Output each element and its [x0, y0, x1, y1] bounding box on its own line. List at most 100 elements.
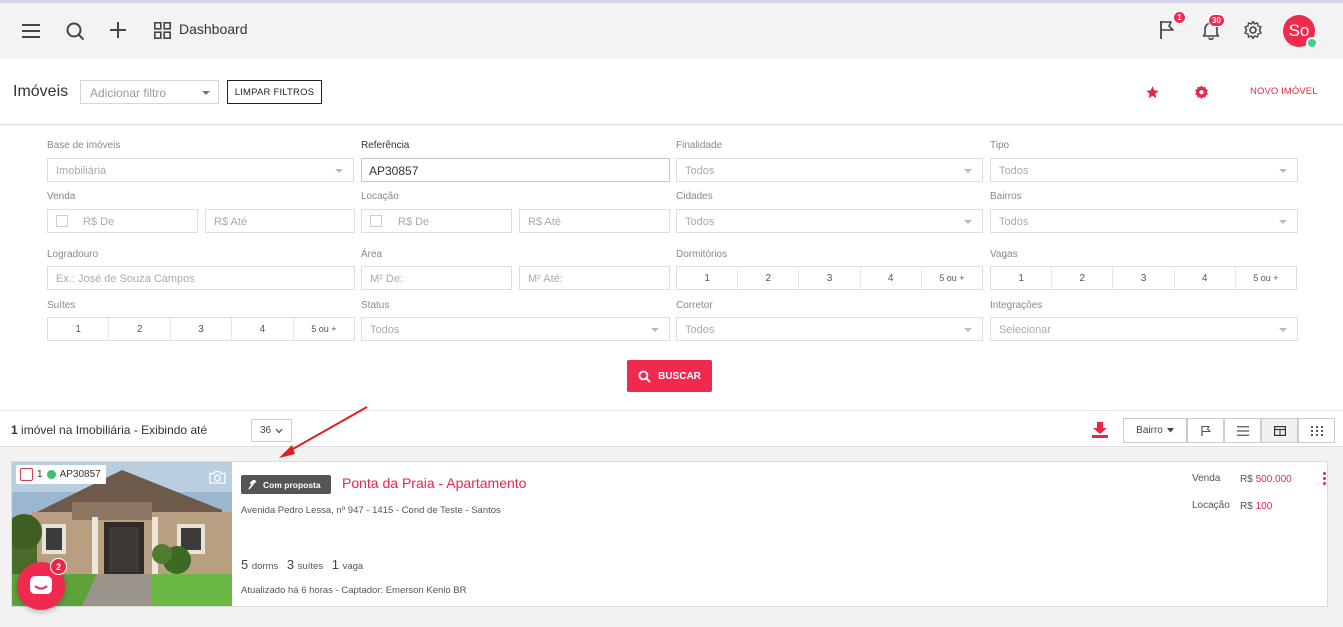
grid-dots-icon	[1310, 425, 1323, 436]
base-label: Base de imóveis	[47, 140, 121, 151]
status-label: Status	[361, 300, 390, 311]
vagas-selector: 1 2 3 4 5 ou +	[990, 266, 1297, 290]
area-from-input[interactable]: M² De:	[361, 266, 512, 290]
list-view-button[interactable]	[1224, 418, 1261, 443]
table-icon	[1273, 425, 1286, 436]
cidades-label: Cidades	[676, 191, 713, 202]
suites-label: Suítes	[47, 300, 76, 311]
area-to-input[interactable]: M² Até:	[519, 266, 670, 290]
property-checkbox[interactable]	[20, 468, 33, 481]
camera-icon[interactable]	[208, 469, 226, 485]
cidades-value: Todos	[685, 216, 715, 228]
results-toolbar: 1 imóvel na Imobiliária - Exibindo até 3…	[0, 410, 1343, 447]
integracoes-select[interactable]: Selecionar	[990, 317, 1298, 341]
vagas-option[interactable]: 3	[1113, 267, 1175, 289]
property-index: 1	[37, 469, 43, 480]
clear-filters-button[interactable]: LIMPAR FILTROS	[227, 80, 322, 104]
results-count-text: imóvel na Imobiliária - Exibindo até	[21, 423, 208, 437]
top-bar: Dashboard 1 30 So	[0, 3, 1343, 59]
sort-select[interactable]: Bairro	[1123, 418, 1187, 443]
star-icon[interactable]	[1144, 84, 1160, 100]
property-updated-info: Atualizado há 6 horas - Captador: Emerso…	[241, 585, 467, 596]
corretor-value: Todos	[685, 324, 715, 336]
search-button[interactable]: BUSCAR	[627, 360, 712, 392]
results-count-number: 1	[11, 423, 18, 437]
bell-badge: 30	[1208, 14, 1225, 27]
map-view-button[interactable]	[1187, 418, 1224, 443]
property-title[interactable]: Ponta da Praia - Apartamento	[342, 475, 526, 491]
cidades-select[interactable]: Todos	[676, 209, 983, 233]
venda-from-placeholder: R$ De	[83, 216, 115, 228]
grid-view-button[interactable]	[1298, 418, 1335, 443]
venda-to-input[interactable]: R$ Até	[205, 209, 355, 233]
gavel-icon	[248, 479, 257, 489]
finalidade-select[interactable]: Todos	[676, 158, 983, 182]
proposal-tag: Com proposta	[241, 475, 331, 494]
chevron-down-icon	[202, 91, 210, 95]
tipo-label: Tipo	[990, 140, 1010, 151]
caret-down-icon	[1166, 428, 1174, 433]
table-view-button[interactable]	[1261, 418, 1298, 443]
status-select[interactable]: Todos	[361, 317, 670, 341]
gear-icon[interactable]	[1242, 19, 1264, 41]
chevron-down-icon	[651, 328, 659, 332]
rent-currency: R$	[1240, 501, 1253, 512]
page-header: Imóveis Adicionar filtro LIMPAR FILTROS …	[0, 59, 1343, 125]
logradouro-label: Logradouro	[47, 249, 99, 260]
dormitorios-label: Dormitórios	[676, 249, 728, 260]
tipo-value: Todos	[999, 165, 1029, 177]
add-filter-select[interactable]: Adicionar filtro	[80, 80, 219, 104]
search-icon	[638, 369, 651, 383]
suites-option[interactable]: 4	[232, 318, 294, 340]
chevron-down-icon	[1279, 328, 1287, 332]
plus-icon[interactable]	[108, 20, 128, 40]
settings-gear-icon[interactable]	[1193, 84, 1209, 100]
download-icon[interactable]	[1090, 420, 1110, 440]
vagas-option[interactable]: 5 ou +	[1236, 267, 1296, 289]
base-select[interactable]: Imobiliária	[47, 158, 354, 182]
dormitorios-option[interactable]: 5 ou +	[922, 267, 982, 289]
suites-option[interactable]: 3	[171, 318, 233, 340]
suites-option[interactable]: 2	[109, 318, 171, 340]
dorms-label: dorms	[251, 561, 279, 572]
locacao-from-input[interactable]: R$ De	[361, 209, 512, 233]
vagas-label: Vagas	[990, 249, 1018, 260]
dormitorios-option[interactable]: 2	[738, 267, 800, 289]
venda-from-input[interactable]: R$ De	[47, 209, 198, 233]
vagas-option[interactable]: 4	[1175, 267, 1236, 289]
venda-label: Venda	[47, 191, 76, 202]
locacao-to-input[interactable]: R$ Até	[519, 209, 670, 233]
tipo-select[interactable]: Todos	[990, 158, 1298, 182]
new-property-button[interactable]: NOVO IMÓVEL	[1250, 86, 1318, 97]
search-icon[interactable]	[64, 20, 86, 42]
chevron-down-icon	[1279, 220, 1287, 224]
flag-badge: 1	[1173, 11, 1186, 24]
suites-selector: 1 2 3 4 5 ou +	[47, 317, 355, 341]
dormitorios-option[interactable]: 1	[677, 267, 739, 289]
dormitorios-option[interactable]: 3	[799, 267, 861, 289]
referencia-input[interactable]: AP30857	[361, 158, 670, 182]
dormitorios-option[interactable]: 4	[861, 267, 922, 289]
property-card[interactable]: 1 AP30857 Com proposta Ponta da Praia - …	[11, 461, 1328, 607]
grid-icon[interactable]	[152, 20, 172, 40]
suites-option[interactable]: 5 ou +	[294, 318, 354, 340]
vagas-option[interactable]: 2	[1052, 267, 1114, 289]
menu-icon[interactable]	[21, 21, 41, 41]
locacao-checkbox[interactable]	[370, 215, 382, 227]
flag-outline-icon	[1200, 425, 1211, 436]
avatar-initials: So	[1288, 21, 1310, 40]
vagas-count: 1	[331, 557, 339, 572]
suites-option[interactable]: 1	[48, 318, 110, 340]
sale-price-value: 500.000	[1255, 474, 1292, 485]
user-avatar[interactable]: So	[1283, 15, 1318, 49]
bairros-select[interactable]: Todos	[990, 209, 1298, 233]
suites-label: suítes	[297, 561, 324, 572]
venda-checkbox[interactable]	[56, 215, 68, 227]
area-label: Área	[361, 249, 383, 260]
logradouro-input[interactable]: Ex.: José de Souza Campos	[47, 266, 355, 290]
rent-price-label: Locação	[1192, 500, 1230, 511]
dashboard-link[interactable]: Dashboard	[179, 21, 248, 37]
vagas-option[interactable]: 1	[991, 267, 1053, 289]
more-options-icon[interactable]	[1323, 472, 1326, 485]
corretor-select[interactable]: Todos	[676, 317, 983, 341]
